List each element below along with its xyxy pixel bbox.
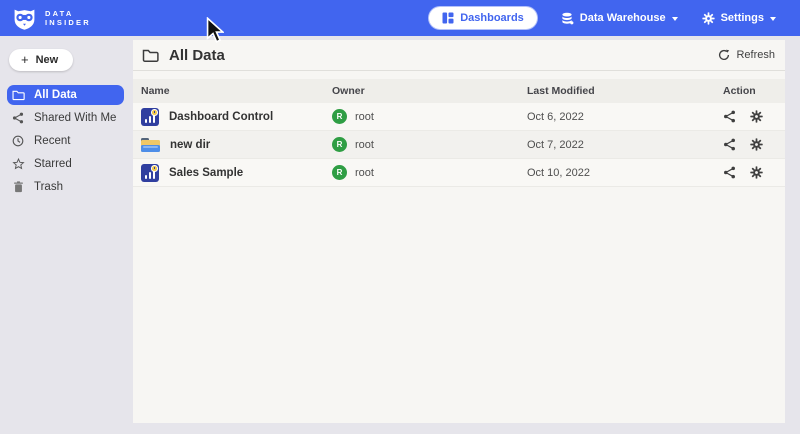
sidebar-item-label: Recent <box>34 135 70 147</box>
sidebar-item-label: Trash <box>34 181 63 193</box>
share-icon[interactable] <box>723 138 736 151</box>
owner-avatar: R <box>332 109 347 124</box>
share-icon[interactable] <box>723 166 736 179</box>
folder-icon <box>11 89 25 101</box>
sidebar-item-label: Starred <box>34 158 72 170</box>
table-row[interactable]: Dashboard Control R root Oct 6, 2022 <box>133 103 785 131</box>
table-row[interactable]: Sales Sample R root Oct 10, 2022 <box>133 159 785 187</box>
sidebar-item-label: Shared With Me <box>34 112 116 124</box>
column-header-owner: Owner <box>332 85 527 97</box>
owner-avatar: R <box>332 137 347 152</box>
dashboard-file-icon <box>141 108 159 126</box>
gear-icon[interactable] <box>750 138 763 151</box>
sidebar-item-starred[interactable]: Starred <box>7 154 124 174</box>
brand-line1: DATA <box>45 9 91 18</box>
gear-icon[interactable] <box>750 166 763 179</box>
share-icon <box>11 112 25 124</box>
gear-icon <box>702 12 715 25</box>
sidebar-item-label: All Data <box>34 89 77 101</box>
chevron-down-icon <box>770 17 776 21</box>
column-header-last-modified: Last Modified <box>527 85 723 97</box>
table-row[interactable]: new dir R root Oct 7, 2022 <box>133 131 785 159</box>
top-bar: DATA INSIDER Dashboards Data Warehouse <box>0 0 800 36</box>
mouse-cursor <box>206 17 224 43</box>
dashboard-file-icon <box>141 164 159 182</box>
database-icon <box>561 12 574 25</box>
refresh-icon <box>718 49 730 61</box>
sidebar-item-trash[interactable]: Trash <box>7 177 124 197</box>
new-button-label: New <box>36 54 59 66</box>
nav-data-warehouse-label: Data Warehouse <box>580 12 666 24</box>
files-table: Name Owner Last Modified Action Dashboar… <box>133 79 785 187</box>
app-logo: DATA INSIDER <box>12 6 91 31</box>
owner-name: root <box>355 167 374 179</box>
brand-line2: INSIDER <box>45 18 91 27</box>
dashboard-icon <box>442 12 454 24</box>
owner-name: root <box>355 139 374 151</box>
sidebar-item-recent[interactable]: Recent <box>7 131 124 151</box>
nav-dashboards-label: Dashboards <box>460 12 524 24</box>
owner-avatar: R <box>332 165 347 180</box>
owl-logo-icon <box>12 6 37 31</box>
star-icon <box>11 158 25 170</box>
sidebar-item-shared-with-me[interactable]: Shared With Me <box>7 108 124 128</box>
table-header-row: Name Owner Last Modified Action <box>133 79 785 103</box>
column-header-action: Action <box>723 85 785 97</box>
column-header-name: Name <box>141 85 332 97</box>
owner-name: root <box>355 111 374 123</box>
nav-dashboards-button[interactable]: Dashboards <box>429 7 537 29</box>
last-modified: Oct 10, 2022 <box>527 167 723 179</box>
file-name[interactable]: Dashboard Control <box>169 111 273 123</box>
last-modified: Oct 6, 2022 <box>527 111 723 123</box>
page-title: All Data <box>169 47 225 64</box>
sidebar-item-all-data[interactable]: All Data <box>7 85 124 105</box>
new-button[interactable]: + New <box>9 49 73 71</box>
file-name[interactable]: Sales Sample <box>169 167 243 179</box>
chevron-down-icon <box>672 17 678 21</box>
last-modified: Oct 7, 2022 <box>527 139 723 151</box>
nav-data-warehouse-button[interactable]: Data Warehouse <box>561 12 678 25</box>
plus-icon: + <box>21 55 29 65</box>
file-name[interactable]: new dir <box>170 139 210 151</box>
panel-header: All Data Refresh <box>133 40 785 71</box>
main-panel: All Data Refresh Name Owner Last Modifie… <box>133 40 785 423</box>
refresh-button[interactable]: Refresh <box>718 49 775 61</box>
folder-icon <box>142 48 159 63</box>
share-icon[interactable] <box>723 110 736 123</box>
folder-file-icon <box>141 136 160 154</box>
trash-icon <box>11 181 25 193</box>
gear-icon[interactable] <box>750 110 763 123</box>
clock-icon <box>11 135 25 147</box>
sidebar-nav: All Data Shared With Me Recent <box>0 85 126 197</box>
top-nav: Dashboards Data Warehouse <box>429 7 776 29</box>
refresh-label: Refresh <box>736 49 775 61</box>
nav-settings-label: Settings <box>721 12 764 24</box>
sidebar: + New All Data Shared With Me <box>0 36 126 434</box>
nav-settings-button[interactable]: Settings <box>702 12 776 25</box>
